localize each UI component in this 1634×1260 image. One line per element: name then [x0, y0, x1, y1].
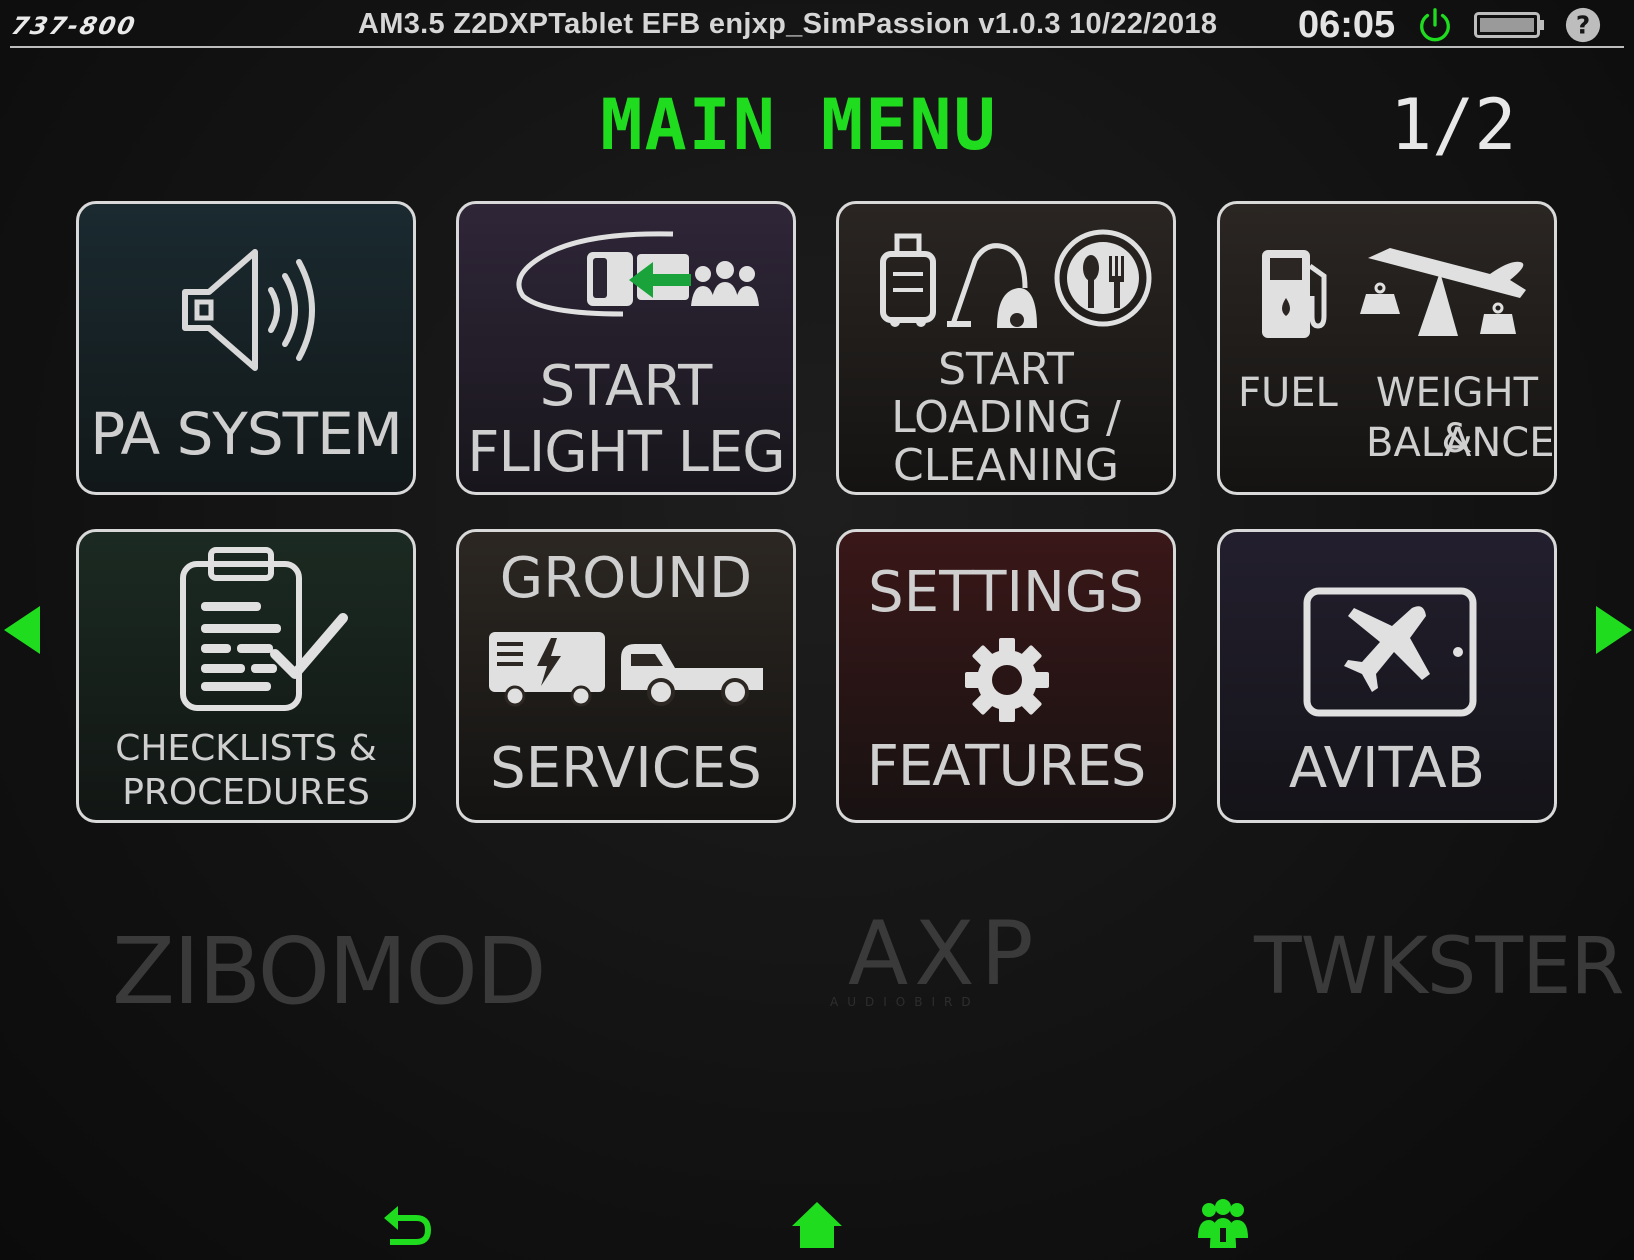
fuel-weight-balance-button[interactable]: FUEL WEIGHT & BALANCE	[1217, 201, 1557, 495]
ground-label: GROUND	[499, 546, 753, 611]
aircraft-model: 737-800	[9, 12, 140, 40]
balance-label: BALANCE	[1366, 420, 1555, 466]
dining-icon	[1054, 229, 1152, 327]
gear-icon	[965, 638, 1049, 722]
zibomod-logo: ZIBOMOD	[112, 918, 547, 1025]
start-flight-leg-button[interactable]: START FLIGHT LEG	[456, 201, 796, 495]
home-icon[interactable]	[790, 1198, 844, 1252]
twkster-logo: TWKSTER	[1254, 922, 1625, 1012]
settings-features-button[interactable]: SETTINGS FEATURES	[836, 529, 1176, 823]
back-icon[interactable]	[380, 1198, 434, 1252]
system-info: AM3.5 Z2DXPTablet EFB enjxp_SimPassion v…	[358, 8, 1218, 40]
svg-text:?: ?	[1576, 11, 1590, 40]
tablet-plane-icon	[1303, 587, 1477, 717]
speaker-icon	[182, 249, 315, 371]
prev-page-arrow[interactable]	[4, 606, 40, 654]
features-label: FEATURES	[866, 734, 1147, 799]
start-label: START	[938, 344, 1074, 395]
power-icon[interactable]	[1416, 6, 1454, 44]
help-icon[interactable]: ?	[1564, 6, 1602, 44]
ground-services-button[interactable]: GROUND SERVICES	[456, 529, 796, 823]
services-label: SERVICES	[490, 736, 762, 801]
settings-label: SETTINGS	[868, 560, 1144, 625]
people-icon[interactable]	[1196, 1198, 1250, 1252]
status-bar: 737-800 AM3.5 Z2DXPTablet EFB enjxp_SimP…	[0, 0, 1634, 48]
fuel-label: FUEL	[1238, 370, 1338, 416]
ground-vehicles-icon	[489, 632, 763, 707]
pa-system-button[interactable]: PA SYSTEM	[76, 201, 416, 495]
boarding-icon	[516, 231, 759, 317]
fuel-pump-icon	[1262, 250, 1327, 338]
battery-icon	[1474, 12, 1544, 38]
start-loading-cleaning-button[interactable]: START LOADING / CLEANING	[836, 201, 1176, 495]
vacuum-icon	[947, 243, 1037, 328]
checklists-label: CHECKLISTS &	[115, 728, 377, 769]
avitab-button[interactable]: AVITAB	[1217, 529, 1557, 823]
flight-leg-label: FLIGHT LEG	[467, 420, 785, 485]
pa-system-label: PA SYSTEM	[90, 400, 403, 468]
checklists-procedures-button[interactable]: CHECKLISTS & PROCEDURES	[76, 529, 416, 823]
next-page-arrow[interactable]	[1596, 606, 1632, 654]
clock: 06:05	[1298, 4, 1396, 46]
axp-logo: AXP	[848, 902, 1040, 1005]
cleaning-label: CLEANING	[892, 440, 1120, 491]
start-label: START	[539, 354, 713, 419]
weight-balance-icon	[1360, 248, 1526, 336]
status-divider	[10, 46, 1624, 48]
axp-logo-subtitle: AUDIOBIRD	[830, 995, 980, 1009]
page-indicator: 1/2	[1390, 84, 1517, 166]
procedures-label: PROCEDURES	[122, 772, 370, 813]
loading-label: LOADING /	[891, 392, 1121, 443]
clipboard-icon	[180, 547, 348, 711]
avitab-label: AVITAB	[1288, 736, 1486, 801]
page-title: MAIN MENU	[600, 84, 998, 166]
